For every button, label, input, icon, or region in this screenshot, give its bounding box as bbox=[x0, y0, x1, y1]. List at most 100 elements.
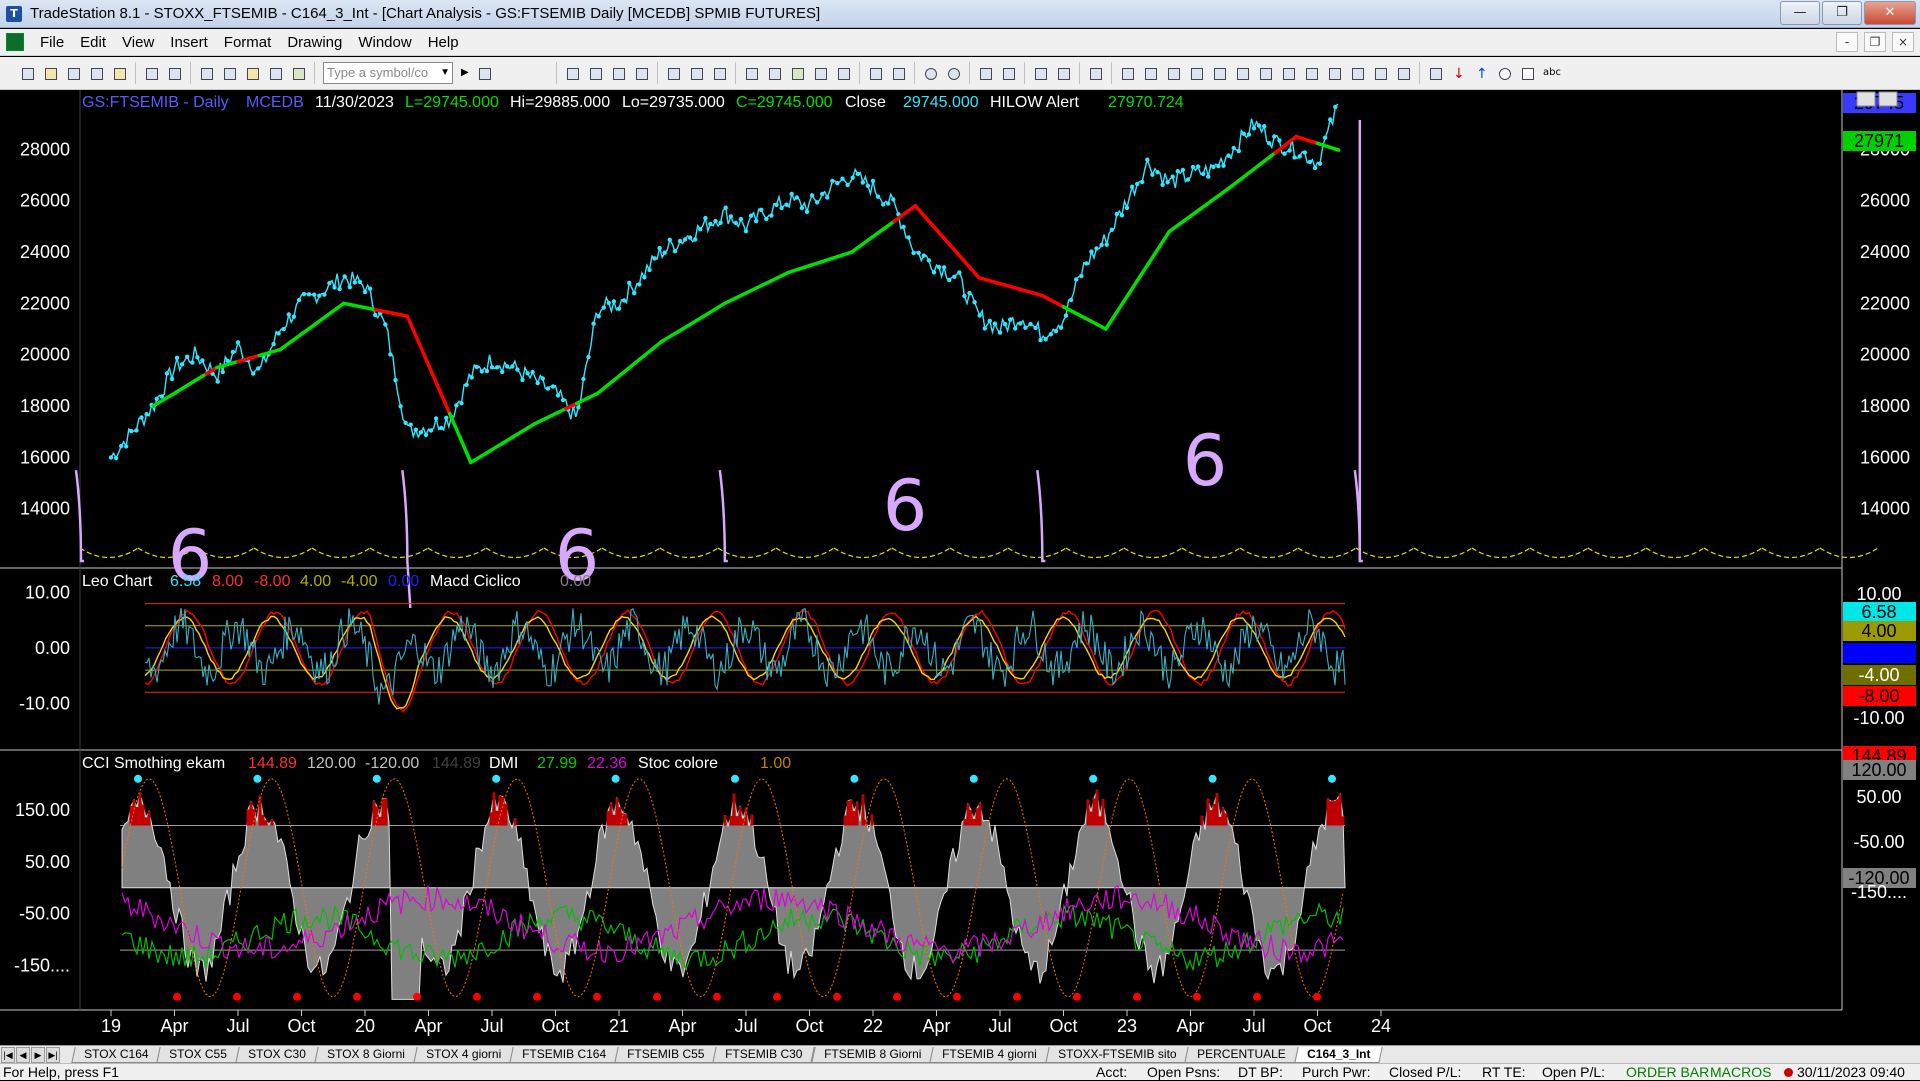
tab-ftsemib-c164[interactable]: FTSEMIB C164 bbox=[509, 1047, 619, 1063]
menu-file[interactable]: File bbox=[32, 34, 72, 51]
bars-spacing-icon[interactable] bbox=[889, 64, 908, 83]
tab-stox-c164[interactable]: STOX C164 bbox=[71, 1047, 162, 1063]
tab-percentuale[interactable]: PERCENTUALE bbox=[1184, 1047, 1299, 1063]
menu-drawing[interactable]: Drawing bbox=[279, 34, 350, 51]
tab-ftsemib-8-giorni[interactable]: FTSEMIB 8 Giorni bbox=[811, 1047, 934, 1063]
strategy-icon[interactable] bbox=[687, 64, 706, 83]
chart-canvas[interactable]: 2800028000260002600024000240002200022000… bbox=[0, 90, 1920, 1045]
arrow-down-icon[interactable]: ↓ bbox=[1449, 64, 1468, 83]
menu-insert[interactable]: Insert bbox=[162, 34, 216, 51]
new-icon[interactable] bbox=[18, 64, 37, 83]
fibonacci-icon[interactable] bbox=[1210, 64, 1229, 83]
trendline-icon[interactable] bbox=[1118, 64, 1137, 83]
symbol-input[interactable]: Type a symbol/co ▼ bbox=[323, 62, 453, 84]
tools-icon[interactable] bbox=[1031, 64, 1050, 83]
pencil-icon[interactable] bbox=[1394, 64, 1413, 83]
radar-icon[interactable] bbox=[710, 64, 729, 83]
circle-icon[interactable] bbox=[1495, 64, 1514, 83]
tab-c164-3-int[interactable]: C164_3_Int bbox=[1294, 1047, 1384, 1063]
globe-icon[interactable] bbox=[289, 64, 308, 83]
stoc-bottom-marker bbox=[1133, 992, 1141, 1001]
window-icon[interactable] bbox=[197, 64, 216, 83]
tab-prev-icon[interactable]: ◀ bbox=[16, 1047, 30, 1063]
mdi-close-button[interactable]: × bbox=[1892, 32, 1914, 52]
andrews-icon[interactable] bbox=[1279, 64, 1298, 83]
showme-icon[interactable] bbox=[742, 64, 761, 83]
mdi-minimize-button[interactable]: - bbox=[1836, 32, 1858, 52]
play-icon[interactable]: ▶ bbox=[459, 64, 471, 83]
folder-icon[interactable] bbox=[110, 64, 129, 83]
vertical-lines-icon[interactable] bbox=[1141, 64, 1160, 83]
macros-toggle[interactable]: MACROS bbox=[1710, 1064, 1771, 1081]
drag-icon[interactable] bbox=[999, 64, 1018, 83]
grid-icon[interactable] bbox=[811, 64, 830, 83]
price-point bbox=[1312, 165, 1318, 171]
crosshair-icon[interactable] bbox=[866, 64, 885, 83]
link-icon[interactable] bbox=[266, 64, 285, 83]
candle-icon[interactable] bbox=[609, 64, 628, 83]
tab-first-icon[interactable]: |◀ bbox=[1, 1047, 15, 1063]
pointer-icon[interactable] bbox=[976, 64, 995, 83]
zoom-out-icon[interactable] bbox=[944, 64, 963, 83]
menu-help[interactable]: Help bbox=[420, 34, 467, 51]
subwindow-restore-icon[interactable] bbox=[1878, 91, 1898, 107]
gann-icon[interactable] bbox=[1233, 64, 1252, 83]
tab-ftsemib-c30[interactable]: FTSEMIB C30 bbox=[712, 1047, 816, 1063]
menu-view[interactable]: View bbox=[114, 34, 162, 51]
tab-ftsemib-c55[interactable]: FTSEMIB C55 bbox=[614, 1047, 718, 1063]
bar-chart-icon[interactable] bbox=[563, 64, 582, 83]
order-bar-toggle[interactable]: ORDER BAR bbox=[1626, 1064, 1709, 1081]
indicator-icon[interactable] bbox=[664, 64, 683, 83]
tab-stox-c30[interactable]: STOX C30 bbox=[235, 1047, 319, 1063]
zoom-in-icon[interactable] bbox=[921, 64, 940, 83]
subwindow-minimize-icon[interactable] bbox=[1856, 91, 1876, 107]
chart-window[interactable]: 2800028000260002600024000240002200022000… bbox=[0, 90, 1920, 1045]
find-symbol-icon[interactable] bbox=[475, 64, 494, 83]
regression-icon[interactable] bbox=[1187, 64, 1206, 83]
open-icon[interactable] bbox=[41, 64, 60, 83]
cascade-icon[interactable] bbox=[220, 64, 239, 83]
tab-stoxx-ftsemib-sito[interactable]: STOXX-FTSEMIB sito bbox=[1045, 1047, 1190, 1063]
tab-stox-8-giorni[interactable]: STOX 8 Giorni bbox=[314, 1047, 418, 1063]
tab-next-icon[interactable]: ▶ bbox=[31, 1047, 45, 1063]
price-point bbox=[632, 291, 637, 296]
rectangle-icon[interactable] bbox=[1518, 64, 1537, 83]
arrow-up-icon[interactable]: ↑ bbox=[1472, 64, 1491, 83]
stoc-top-marker bbox=[850, 774, 859, 783]
exchange-icon[interactable] bbox=[1054, 64, 1073, 83]
options-icon[interactable] bbox=[834, 64, 853, 83]
arrow-line-icon[interactable] bbox=[1302, 64, 1321, 83]
point-figure-icon[interactable] bbox=[632, 64, 651, 83]
chart-window-icon[interactable] bbox=[6, 33, 24, 51]
workspace-tabs: |◀ ◀ ▶ ▶| STOX C164 STOX C55 STOX C30 ST… bbox=[0, 1045, 1920, 1063]
lock-icon[interactable] bbox=[243, 64, 262, 83]
horizontal-lines-icon[interactable] bbox=[1164, 64, 1183, 83]
tab-last-icon[interactable]: ▶| bbox=[46, 1047, 60, 1063]
save-icon[interactable] bbox=[87, 64, 106, 83]
workspace-icon[interactable] bbox=[1086, 64, 1105, 83]
maximize-button[interactable]: ❐ bbox=[1822, 1, 1862, 25]
copy-icon[interactable] bbox=[64, 64, 83, 83]
line-chart-icon[interactable] bbox=[586, 64, 605, 83]
close-button[interactable]: ✕ bbox=[1864, 1, 1916, 25]
price-point bbox=[850, 175, 855, 180]
tab-stox-4-giorni[interactable]: STOX 4 giorni bbox=[413, 1047, 514, 1063]
speed-lines-icon[interactable] bbox=[1256, 64, 1275, 83]
parallel-icon[interactable] bbox=[1325, 64, 1344, 83]
minimize-button[interactable]: — bbox=[1780, 1, 1820, 25]
chevron-down-icon[interactable]: ▼ bbox=[440, 63, 450, 83]
menu-edit[interactable]: Edit bbox=[72, 34, 114, 51]
print-preview-icon[interactable] bbox=[142, 64, 161, 83]
text-icon[interactable]: abc bbox=[1541, 64, 1563, 83]
mdi-restore-button[interactable]: ❐ bbox=[1864, 32, 1886, 52]
time-cycle-icon[interactable] bbox=[1348, 64, 1367, 83]
paintbar-icon[interactable] bbox=[765, 64, 784, 83]
freehand-icon[interactable] bbox=[1426, 64, 1445, 83]
arc-icon[interactable] bbox=[1371, 64, 1390, 83]
print-icon[interactable] bbox=[165, 64, 184, 83]
scanner-icon[interactable] bbox=[788, 64, 807, 83]
tab-stox-c55[interactable]: STOX C55 bbox=[156, 1047, 240, 1063]
menu-format[interactable]: Format bbox=[216, 34, 280, 51]
menu-window[interactable]: Window bbox=[350, 34, 419, 51]
tab-ftsemib-4-giorni[interactable]: FTSEMIB 4 giorni bbox=[929, 1047, 1050, 1063]
